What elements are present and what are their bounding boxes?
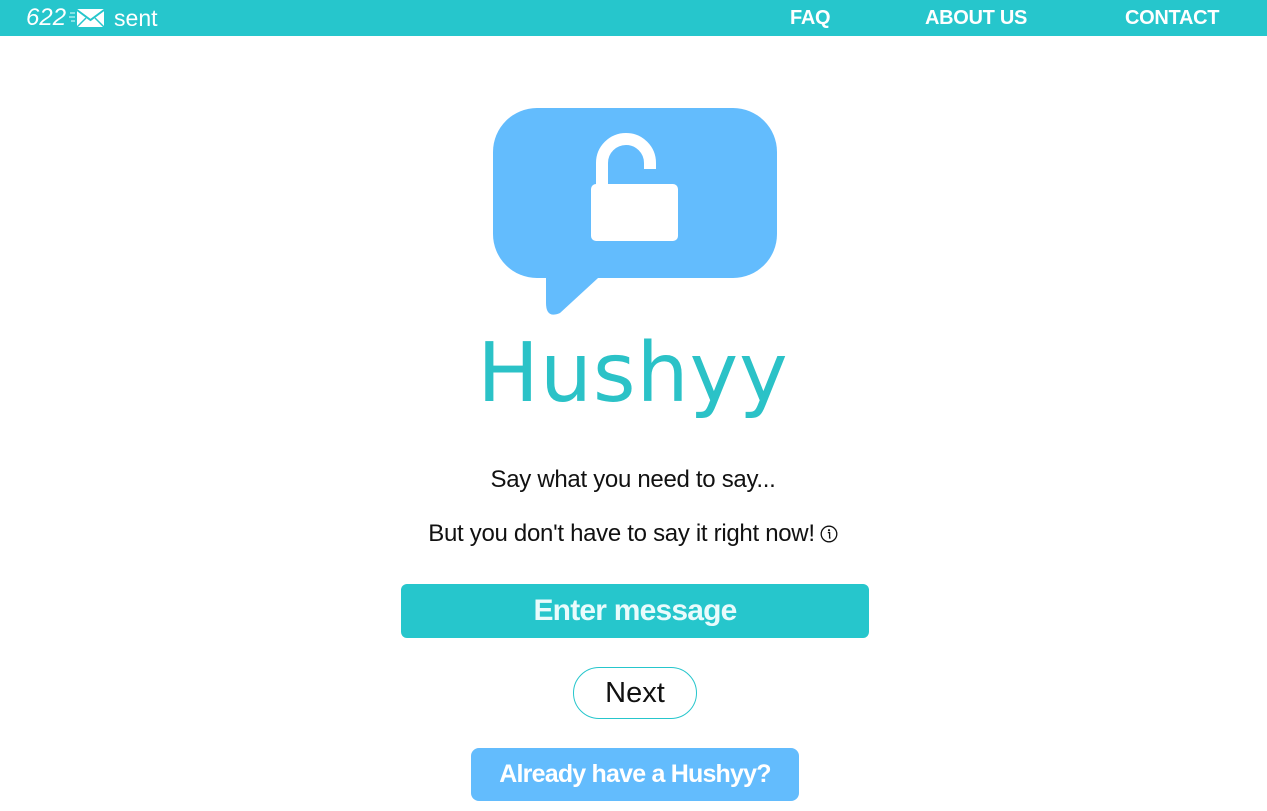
nav-contact-link[interactable]: CONTACT	[1125, 5, 1219, 31]
next-button[interactable]: Next	[573, 667, 697, 719]
sent-count: 622	[26, 4, 67, 31]
already-have-hushyy-button[interactable]: Already have a Hushyy?	[471, 748, 799, 801]
tagline-secondary: But you don't have to say it right now!	[333, 519, 933, 549]
info-icon[interactable]	[820, 521, 838, 543]
tagline-secondary-text: But you don't have to say it right now!	[428, 520, 815, 547]
sent-label: sent	[114, 5, 158, 31]
sent-counter: 622 sent	[26, 4, 158, 32]
brand-name: Hushyy	[477, 326, 789, 421]
message-input[interactable]	[401, 584, 869, 638]
top-bar: 622 sent FAQ ABOUT US CONTACT	[0, 0, 1267, 36]
envelope-icon	[68, 6, 108, 30]
speech-bubble-unlocked-padlock-icon	[492, 107, 778, 319]
nav-about-us-link[interactable]: ABOUT US	[925, 5, 1027, 31]
tagline-primary: Say what you need to say...	[490, 466, 776, 493]
nav-faq-link[interactable]: FAQ	[790, 5, 831, 31]
